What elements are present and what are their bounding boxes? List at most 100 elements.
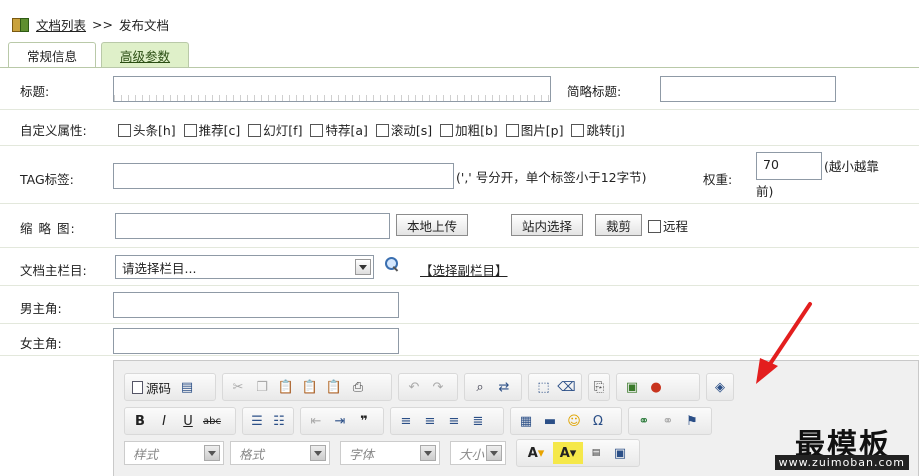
attr-special[interactable]: 特荐[a] <box>310 123 368 138</box>
blockquote-icon[interactable]: ❞ <box>353 410 375 432</box>
italic-icon[interactable]: I <box>153 410 175 432</box>
search-icon[interactable] <box>384 256 400 272</box>
align-justify-icon[interactable]: ≣ <box>467 410 489 432</box>
crop-button[interactable]: 裁剪 <box>595 214 643 236</box>
preview-icon[interactable]: ⎘ <box>590 376 608 398</box>
unordered-list-icon[interactable]: ☷ <box>269 410 289 432</box>
templates-icon[interactable]: ▤ <box>176 376 198 398</box>
format-combo[interactable]: 格式 <box>230 441 330 465</box>
category-select[interactable]: 请选择栏目... <box>115 255 374 279</box>
checkbox[interactable] <box>440 124 454 137</box>
actress-input[interactable] <box>113 328 399 354</box>
attr-slide[interactable]: 幻灯[f] <box>248 123 302 138</box>
toolbar-group-preview: ⎘ <box>588 373 610 401</box>
anchor-flag-icon[interactable]: ⚑ <box>681 410 703 432</box>
toolbar-group-clipboard: ✂ ❐ 📋 📋 📋 ⎙ <box>222 373 392 401</box>
attr-headline[interactable]: 头条[h] <box>118 123 176 138</box>
tab-advanced[interactable]: 高级参数 <box>101 42 190 68</box>
attr-bold[interactable]: 加粗[b] <box>440 123 498 138</box>
weight-label: 权重: <box>703 172 733 187</box>
replace-icon[interactable]: ⇄ <box>493 376 515 398</box>
tab-general[interactable]: 常规信息 <box>8 42 97 68</box>
tag-row: TAG标签: (',' 号分开，单个标签小于12字节) 权重: 70 (越小越靠… <box>0 146 919 204</box>
paste-word-icon[interactable]: 📋 <box>323 376 345 398</box>
document-icon <box>132 380 143 394</box>
attr-recommend[interactable]: 推荐[c] <box>183 123 240 138</box>
underline-icon[interactable]: U <box>177 410 199 432</box>
remove-format-icon[interactable]: ⌫ <box>556 376 577 398</box>
title-input[interactable] <box>113 76 551 102</box>
toolbar-group-indent: ⇤ ⇥ ❞ <box>300 407 384 435</box>
font-combo[interactable]: 字体 <box>340 441 440 465</box>
attr-scroll[interactable]: 滚动[s] <box>375 123 432 138</box>
table-icon[interactable]: ▦ <box>515 410 537 432</box>
paste-icon[interactable]: 📋 <box>275 376 297 398</box>
local-upload-button[interactable]: 本地上传 <box>396 214 469 236</box>
actor-input[interactable] <box>113 292 399 318</box>
text-color-icon[interactable]: A ▾ <box>521 442 551 464</box>
checkbox[interactable] <box>310 124 324 137</box>
title-row: 标题: 简略标题: <box>0 68 919 110</box>
special-char-icon[interactable]: Ω <box>587 410 609 432</box>
checkbox[interactable] <box>648 220 661 233</box>
outdent-icon[interactable]: ⇤ <box>305 410 327 432</box>
breadcrumb-current: 发布文档 <box>118 17 169 33</box>
checkbox[interactable] <box>571 124 585 137</box>
weight-input[interactable]: 70 <box>756 152 822 180</box>
align-left-icon[interactable]: ≡ <box>395 410 417 432</box>
paste-text-icon[interactable]: 📋 <box>299 376 321 398</box>
maximize-icon[interactable]: ◈ <box>711 376 729 398</box>
checkbox[interactable] <box>505 124 519 137</box>
thumbnail-label: 缩 略 图: <box>20 221 76 236</box>
image-icon[interactable]: ▣ <box>621 376 643 398</box>
flash-icon[interactable]: ● <box>645 376 667 398</box>
bg-color-icon[interactable]: A▾ <box>553 442 583 464</box>
source-button[interactable]: 源码 <box>129 376 174 398</box>
select-all-icon[interactable]: ⬚ <box>533 376 554 398</box>
horizontal-rule-icon[interactable]: ▬ <box>539 410 561 432</box>
strikethrough-icon[interactable]: abc <box>201 410 223 432</box>
checkbox[interactable] <box>375 124 389 137</box>
attr-checkbox-group: 头条[h] 推荐[c] 幻灯[f] 特荐[a] 滚动[s] 加粗[b] 图片[p… <box>118 120 629 139</box>
link-icon[interactable]: ⚭ <box>633 410 655 432</box>
find-icon[interactable]: ⌕ <box>469 376 491 398</box>
unlink-icon[interactable]: ⚭ <box>657 410 679 432</box>
chevron-down-icon[interactable] <box>420 445 436 461</box>
breadcrumb-separator: >> <box>92 16 113 32</box>
short-title-input[interactable] <box>660 76 836 102</box>
align-right-icon[interactable]: ≡ <box>443 410 465 432</box>
cut-icon[interactable]: ✂ <box>227 376 249 398</box>
tag-hint: (',' 号分开，单个标签小于12字节) <box>456 170 647 185</box>
page-break-icon[interactable]: ▤ <box>585 442 607 464</box>
remote-option[interactable]: 远程 <box>648 216 688 235</box>
font-size-combo[interactable]: 大小 <box>450 441 506 465</box>
about-icon[interactable]: ▣ <box>609 442 631 464</box>
undo-icon[interactable]: ↶ <box>403 376 425 398</box>
copy-icon[interactable]: ❐ <box>251 376 273 398</box>
bold-icon[interactable]: B <box>129 410 151 432</box>
ordered-list-icon[interactable]: ☰ <box>247 410 267 432</box>
site-select-button[interactable]: 站内选择 <box>511 214 584 236</box>
checkbox[interactable] <box>183 124 197 137</box>
thumbnail-input[interactable] <box>115 213 390 239</box>
indent-icon[interactable]: ⇥ <box>329 410 351 432</box>
print-icon[interactable]: ⎙ <box>347 376 369 398</box>
chevron-down-icon[interactable] <box>486 445 502 461</box>
align-center-icon[interactable]: ≡ <box>419 410 441 432</box>
tag-input[interactable] <box>113 163 454 189</box>
chevron-down-icon[interactable] <box>310 445 326 461</box>
attr-image[interactable]: 图片[p] <box>505 123 564 138</box>
checkbox[interactable] <box>248 124 262 137</box>
style-combo[interactable]: 样式 <box>124 441 224 465</box>
redo-icon[interactable]: ↷ <box>427 376 449 398</box>
smiley-icon[interactable]: ☺ <box>563 410 585 432</box>
title-label: 标题: <box>20 84 50 99</box>
chevron-down-icon[interactable] <box>355 259 371 275</box>
select-sub-category-link[interactable]: 【选择副栏目】 <box>420 260 508 279</box>
custom-attr-row: 自定义属性: 头条[h] 推荐[c] 幻灯[f] 特荐[a] 滚动[s] 加粗[… <box>0 110 919 146</box>
breadcrumb: 文档列表 >> 发布文档 <box>12 14 169 34</box>
document-list-link[interactable]: 文档列表 <box>36 15 86 34</box>
checkbox[interactable] <box>118 124 131 137</box>
chevron-down-icon[interactable] <box>204 445 220 461</box>
attr-jump[interactable]: 跳转[j] <box>571 123 625 138</box>
